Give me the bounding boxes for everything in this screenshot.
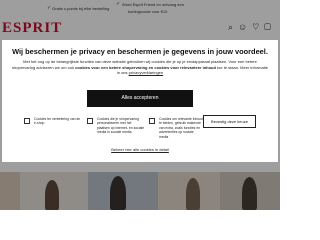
cookie-option-label: Cookies ter verbetering van de e-shop xyxy=(34,117,81,126)
privacy-statement-link[interactable]: privacyverklaringen xyxy=(129,70,163,75)
cookie-modal-body: Met het oog op de belangrijkste functies… xyxy=(12,59,268,76)
checkbox[interactable] xyxy=(24,118,30,124)
checkbox[interactable] xyxy=(87,118,93,124)
cookie-consent-modal: Wij beschermen je privacy en beschermen … xyxy=(2,40,278,162)
cookie-option-label: Cookies om relevante inhoud te bieden, g… xyxy=(159,117,203,139)
accept-all-button[interactable]: Alles accepteren xyxy=(87,90,193,107)
cookie-modal-title: Wij beschermen je privacy en beschermen … xyxy=(12,47,268,56)
cookie-option-label: Cookies die je shopervaring personaliser… xyxy=(97,117,145,135)
cookie-body-bold: cookies voor een betere shopervaring en … xyxy=(75,64,216,70)
confirm-choice-button[interactable]: Bevestig deze keuze xyxy=(203,115,256,128)
manage-cookies-link[interactable]: Beheer hier alle cookies in detail xyxy=(2,147,278,152)
checkbox[interactable] xyxy=(149,118,155,124)
